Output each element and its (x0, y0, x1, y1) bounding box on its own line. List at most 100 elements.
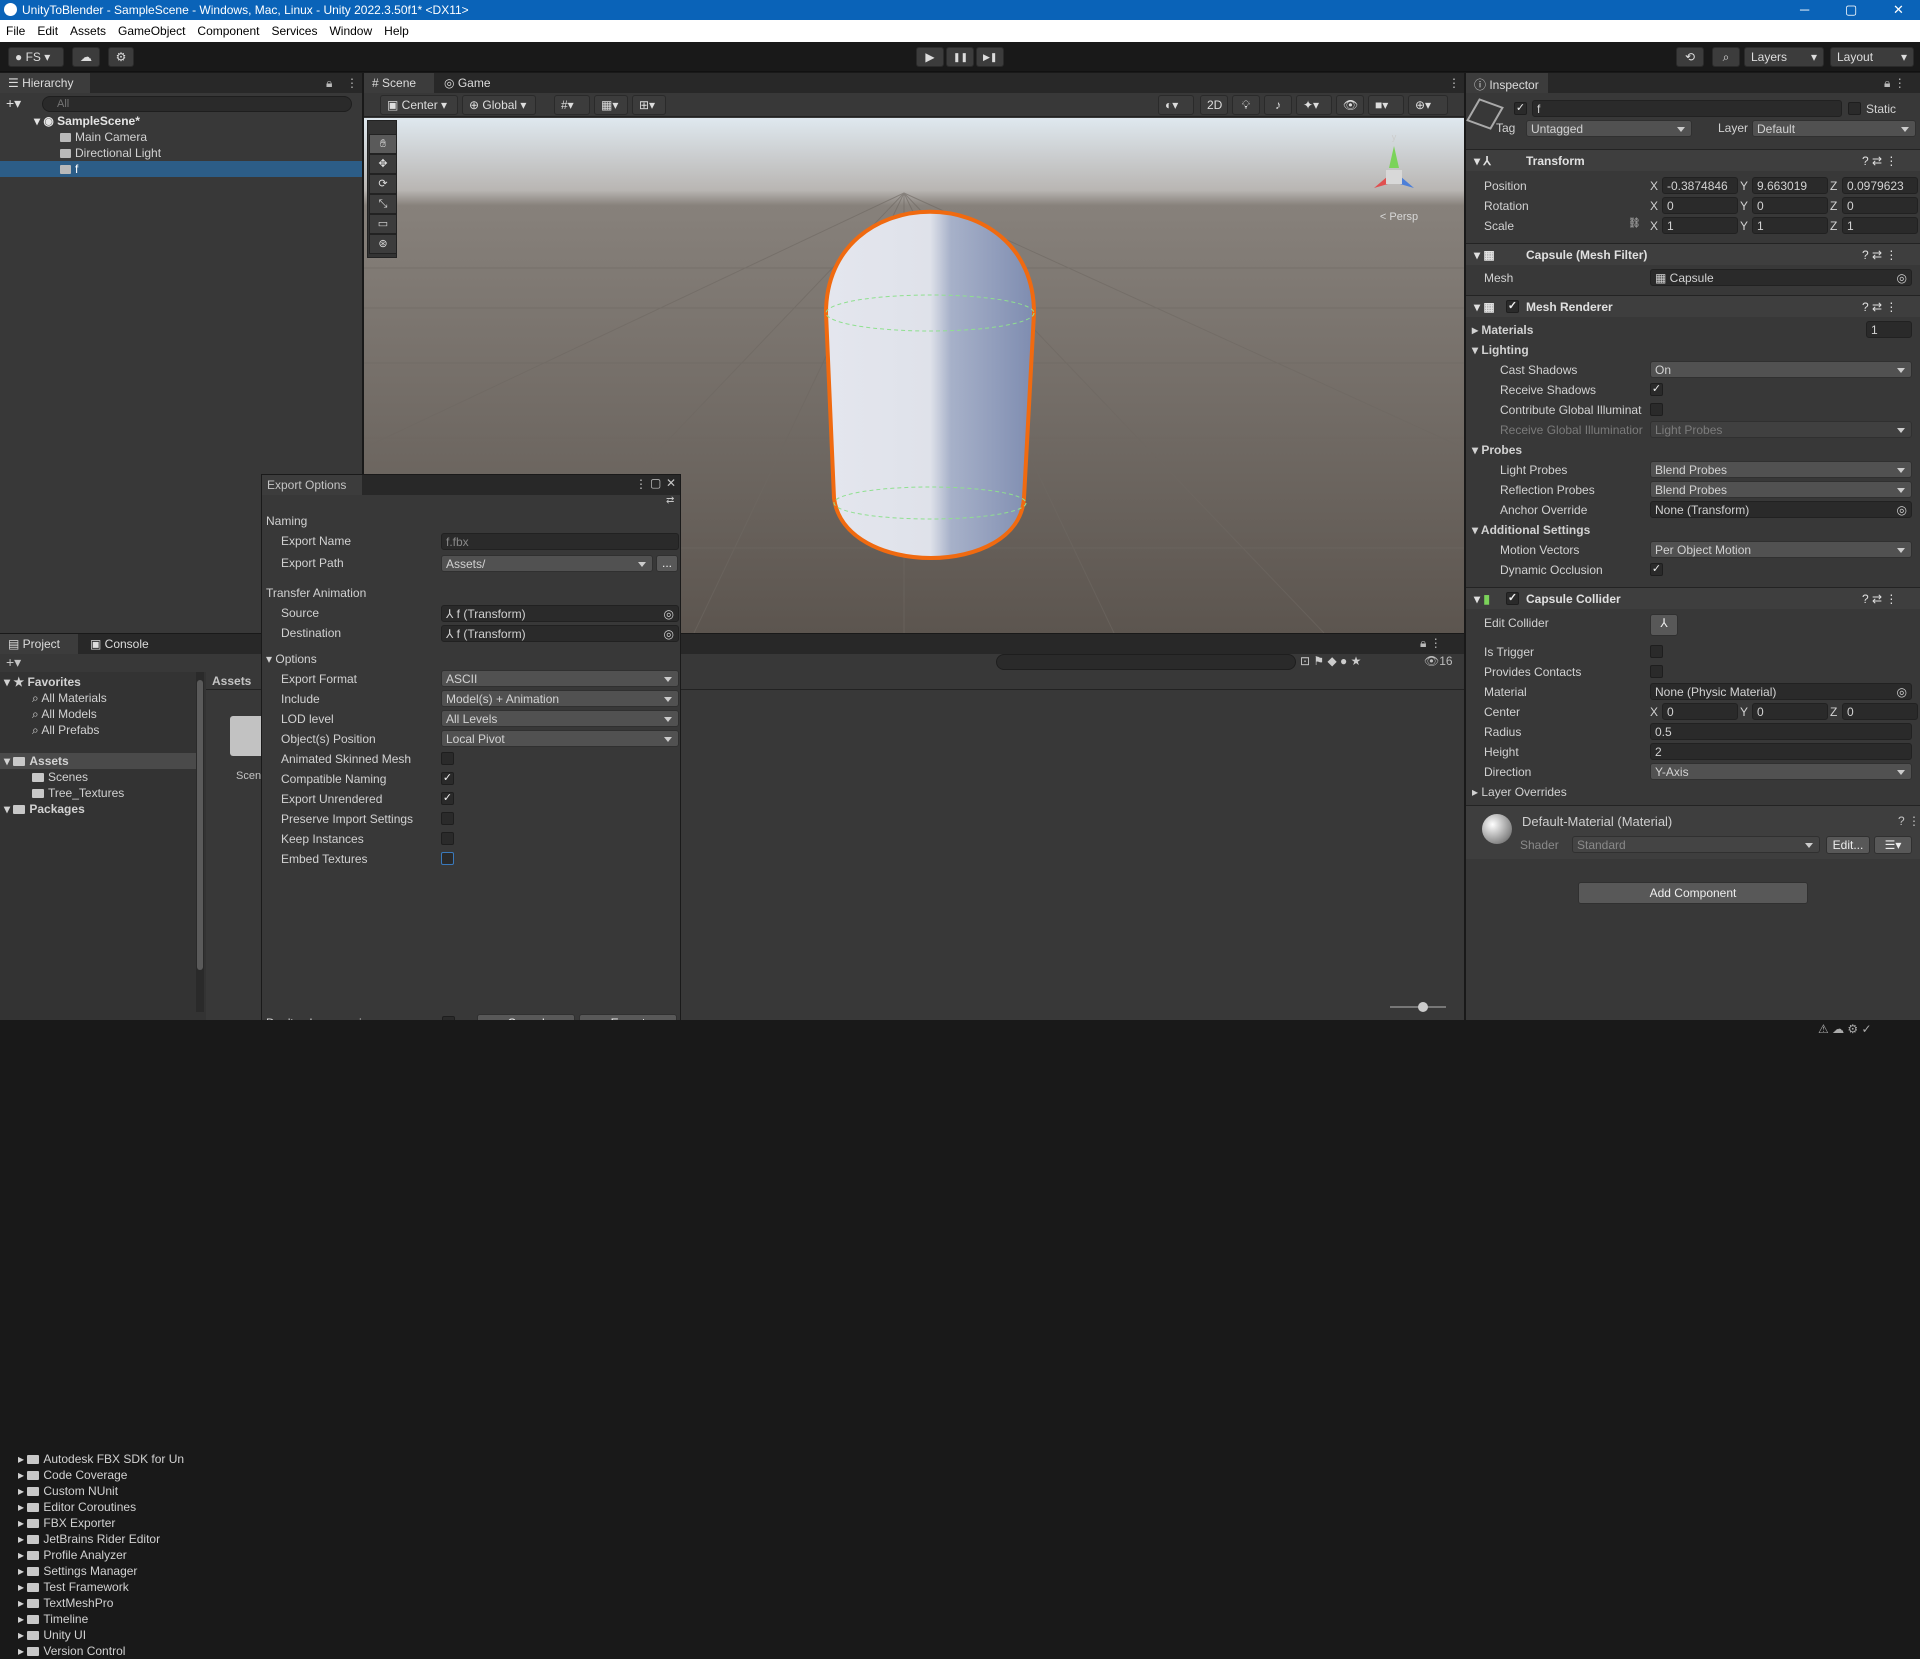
embed-textures-checkbox[interactable] (441, 852, 454, 865)
mesh-renderer-header[interactable]: ▾ ▦ ✓ Mesh Renderer? ⇄ ⋮ (1466, 295, 1920, 317)
hierarchy-item-main-camera[interactable]: Main Camera (60, 129, 147, 145)
package-folder[interactable]: ▸ JetBrains Rider Editor (18, 1531, 160, 1547)
scene-root[interactable]: ▾ ◉ SampleScene* (34, 113, 140, 129)
menu-component[interactable]: Component (191, 20, 265, 38)
assets-header[interactable]: ▾ Assets (4, 753, 69, 769)
zoom-slider[interactable] (1390, 1002, 1446, 1012)
dialog-settings-icon[interactable]: ⇄ (666, 495, 674, 506)
panel-menu-icon[interactable]: ⋮ (346, 76, 358, 90)
project-search-input[interactable] (996, 654, 1296, 670)
pivot-global-dropdown[interactable]: ⊕ Global ▾ (462, 95, 536, 115)
menu-edit[interactable]: Edit (31, 20, 64, 38)
scl-y-field[interactable]: 1 (1752, 217, 1828, 234)
tab-inspector[interactable]: ⓘ Inspector (1466, 73, 1548, 93)
play-button[interactable]: ▶ (916, 47, 944, 67)
shader-edit-button[interactable]: Edit... (1826, 836, 1870, 854)
receive-shadows-checkbox[interactable]: ✓ (1650, 383, 1663, 396)
rot-z-field[interactable]: 0 (1842, 197, 1918, 214)
project-filter-icons[interactable]: ⊡ ⚑ ◆ ● ★ (1300, 654, 1361, 668)
compatible-naming-checkbox[interactable]: ✓ (441, 772, 454, 785)
asset-folder-scenes[interactable]: Scenes (32, 769, 88, 785)
tab-console[interactable]: ▣ Console (82, 634, 158, 654)
fav-all-prefabs[interactable]: ⌕ All Prefabs (32, 722, 99, 738)
fav-all-models[interactable]: ⌕ All Models (32, 706, 97, 722)
center-x-field[interactable]: 0 (1662, 703, 1738, 720)
static-checkbox[interactable] (1848, 102, 1861, 115)
rect-tool-icon[interactable]: ▭ (369, 214, 397, 234)
inspector-lock-icon[interactable]: 🔒︎ ⋮ (1884, 76, 1906, 91)
packages-header[interactable]: ▾ Packages (4, 801, 85, 817)
center-y-field[interactable]: 0 (1752, 703, 1828, 720)
create-button[interactable]: +▾ (6, 95, 21, 112)
shader-dropdown[interactable]: Standard (1572, 836, 1820, 853)
menu-help[interactable]: Help (378, 20, 415, 38)
reflection-probes-dropdown[interactable]: Blend Probes (1650, 481, 1912, 498)
height-field[interactable]: 2 (1650, 743, 1912, 760)
package-folder[interactable]: ▸ Custom NUnit (18, 1483, 118, 1499)
draw-mode-icon[interactable]: ◐▾ (1158, 95, 1194, 115)
lighting-foldout[interactable]: ▾ Lighting (1472, 342, 1529, 358)
pos-x-field[interactable]: -0.3874846 (1662, 177, 1738, 194)
close-button[interactable]: ✕ (1893, 2, 1904, 18)
package-folder[interactable]: ▸ FBX Exporter (18, 1515, 115, 1531)
effects-toggle-icon[interactable]: ✦▾ (1296, 95, 1332, 115)
transform-header[interactable]: ▾ ⅄ Transform? ⇄ ⋮ (1466, 149, 1920, 171)
toggle-2d-button[interactable]: 2D (1200, 95, 1228, 115)
hierarchy-search-input[interactable] (42, 96, 352, 112)
rot-y-field[interactable]: 0 (1752, 197, 1828, 214)
audio-toggle-icon[interactable]: ♪ (1264, 95, 1292, 115)
package-folder[interactable]: ▸ Timeline (18, 1611, 88, 1627)
package-folder[interactable]: ▸ Profile Analyzer (18, 1547, 127, 1563)
layout-dropdown[interactable]: Layout ▾ (1830, 47, 1914, 67)
collider-material-field[interactable]: None (Physic Material) ◎ (1650, 683, 1912, 700)
options-section[interactable]: ▾ Options (266, 651, 317, 667)
increment-snap-icon[interactable]: ⊞▾ (632, 95, 666, 115)
provides-contacts-checkbox[interactable] (1650, 665, 1663, 678)
pos-z-field[interactable]: 0.0979623 (1842, 177, 1918, 194)
scl-x-field[interactable]: 1 (1662, 217, 1738, 234)
package-folder[interactable]: ▸ Test Framework (18, 1579, 129, 1595)
minimize-button[interactable]: ─ (1800, 2, 1809, 17)
rotate-tool-icon[interactable]: ⟳ (369, 174, 397, 194)
tab-hierarchy[interactable]: ☰ Hierarchy (0, 73, 90, 93)
history-icon[interactable]: ⟲ (1676, 47, 1704, 67)
object-position-dropdown[interactable]: Local Pivot (441, 730, 679, 747)
export-path-dropdown[interactable]: Assets/ (441, 555, 653, 572)
preserve-import-checkbox[interactable] (441, 812, 454, 825)
dynamic-occlusion-checkbox[interactable]: ✓ (1650, 563, 1663, 576)
animated-skinned-mesh-checkbox[interactable] (441, 752, 454, 765)
lock-icon[interactable]: 🔒︎ (326, 76, 332, 91)
contribute-gi-checkbox[interactable] (1650, 403, 1663, 416)
radius-field[interactable]: 0.5 (1650, 723, 1912, 740)
scale-link-icon[interactable]: ⛓︎ (1628, 218, 1641, 229)
package-folder[interactable]: ▸ Code Coverage (18, 1467, 127, 1483)
menu-services[interactable]: Services (265, 20, 323, 38)
hierarchy-item-f[interactable]: f (60, 161, 78, 177)
grid-icon[interactable]: ▦▾ (594, 95, 628, 115)
pause-button[interactable]: ❚❚ (946, 47, 974, 67)
hand-tool-icon[interactable]: ✋︎ (369, 134, 397, 154)
package-folder[interactable]: ▸ Version Control (18, 1643, 125, 1659)
export-unrendered-checkbox[interactable]: ✓ (441, 792, 454, 805)
capsule-collider-header[interactable]: ▾ ▮ ✓ Capsule Collider? ⇄ ⋮ (1466, 587, 1920, 609)
menu-file[interactable]: File (0, 20, 31, 38)
light-probes-dropdown[interactable]: Blend Probes (1650, 461, 1912, 478)
tab-game[interactable]: ◎ Game (436, 73, 500, 93)
additional-settings-foldout[interactable]: ▾ Additional Settings (1472, 522, 1590, 538)
pos-y-field[interactable]: 9.663019 (1752, 177, 1828, 194)
mesh-filter-header[interactable]: ▾ ▦ Capsule (Mesh Filter)? ⇄ ⋮ (1466, 243, 1920, 265)
fav-all-materials[interactable]: ⌕ All Materials (32, 690, 107, 706)
dialog-close-icon[interactable]: ✕ (666, 476, 676, 490)
dialog-maximize-icon[interactable]: ▢ (650, 476, 661, 490)
object-name-field[interactable]: f (1532, 100, 1842, 117)
search-icon[interactable]: ⌕ (1712, 47, 1740, 67)
package-folder[interactable]: ▸ TextMeshPro (18, 1595, 113, 1611)
menu-assets[interactable]: Assets (64, 20, 112, 38)
hierarchy-item-directional-light[interactable]: Directional Light (60, 145, 161, 161)
step-button[interactable]: ▶❚ (976, 47, 1004, 67)
project-create-button[interactable]: +▾ (6, 654, 21, 671)
motion-vectors-dropdown[interactable]: Per Object Motion (1650, 541, 1912, 558)
shader-menu-button[interactable]: ☰▾ (1874, 836, 1912, 854)
menu-gameobject[interactable]: GameObject (112, 20, 191, 38)
cloud-icon[interactable]: ☁ (72, 47, 100, 67)
